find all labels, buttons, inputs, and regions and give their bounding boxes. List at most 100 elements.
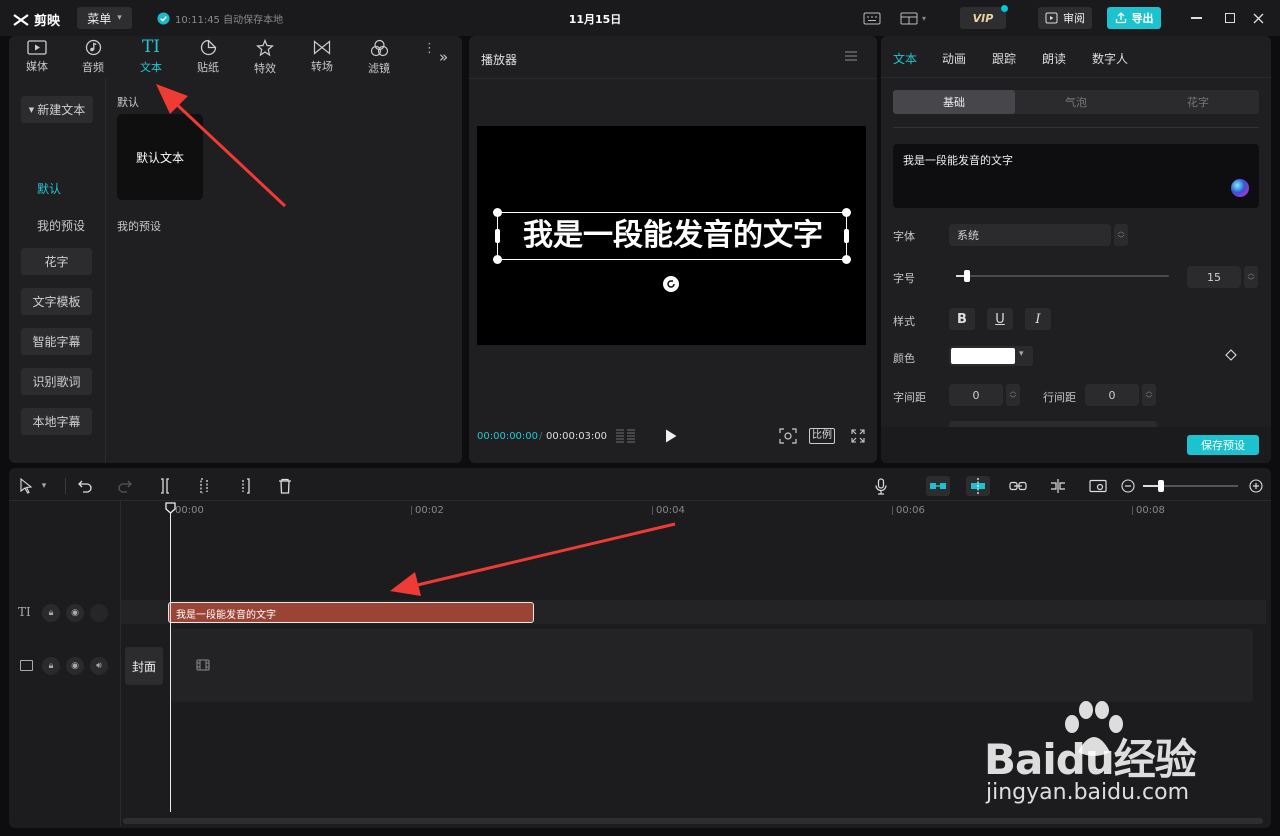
eye-icon[interactable]: ◉ — [66, 604, 84, 622]
split-right-button[interactable] — [235, 476, 255, 496]
caption-selection-box[interactable]: 我是一段能发音的文字 — [493, 208, 851, 264]
color-label: 颜色 — [893, 352, 915, 365]
lock-icon[interactable]: 🔒︎ — [42, 604, 60, 622]
zoom-out-button[interactable] — [1118, 476, 1138, 496]
minimize-button[interactable] — [1188, 10, 1204, 26]
chevron-down-icon[interactable]: ▾ — [38, 476, 50, 496]
bold-button[interactable]: B — [949, 308, 975, 330]
lock-icon[interactable]: 🔒︎ — [42, 657, 60, 675]
menu-button[interactable]: 菜单 ▾ — [77, 7, 132, 29]
resize-handle[interactable] — [493, 255, 502, 264]
prop-tab-tracking[interactable]: 跟踪 — [992, 50, 1016, 67]
waveform-toggle-icon[interactable] — [615, 428, 637, 444]
timeline-ruler[interactable] — [121, 501, 1269, 521]
letter-spacing-stepper[interactable]: ︿ ﹀ — [1006, 384, 1020, 406]
italic-button[interactable]: I — [1025, 308, 1051, 330]
linkage-button[interactable] — [1008, 476, 1028, 496]
resize-handle[interactable] — [842, 255, 851, 264]
resize-handle[interactable] — [842, 208, 851, 217]
sidebar-item-lyrics[interactable]: 识别歌词 — [21, 368, 92, 395]
tab-more-partial[interactable]: ⋮ — [423, 41, 433, 75]
color-picker[interactable]: ▾ — [949, 346, 1033, 366]
review-button[interactable]: 审阅 — [1038, 7, 1092, 29]
sidebar-item-default[interactable]: 默认 — [37, 180, 61, 197]
zoom-slider-thumb[interactable] — [1158, 480, 1164, 492]
playhead[interactable] — [170, 503, 171, 812]
text-content-input[interactable]: 我是一段能发音的文字 — [893, 144, 1259, 208]
close-button[interactable] — [1250, 10, 1266, 26]
play-button[interactable] — [664, 428, 678, 444]
prop-tab-text[interactable]: 文本 — [893, 50, 917, 67]
undo-button[interactable] — [75, 476, 95, 496]
cover-button[interactable]: 封面 — [125, 647, 163, 685]
record-audio-button[interactable] — [871, 476, 891, 496]
sidebar-item-my-presets[interactable]: 我的预设 — [37, 217, 85, 234]
font-select[interactable]: 系统 — [949, 224, 1111, 246]
main-track-lane[interactable] — [171, 629, 1253, 702]
sidebar-item-flower-text[interactable]: 花字 — [21, 248, 92, 275]
rotate-handle-icon[interactable] — [663, 276, 679, 292]
preview-axis-button[interactable] — [1048, 476, 1068, 496]
auto-snap-button[interactable] — [966, 476, 990, 496]
tab-text[interactable]: TI 文本 — [123, 36, 179, 78]
delete-button[interactable] — [275, 476, 295, 496]
size-input[interactable]: 15 — [1187, 266, 1241, 288]
line-spacing-input[interactable]: 0 — [1085, 384, 1139, 406]
export-button[interactable]: 导出 — [1107, 7, 1161, 29]
resize-handle[interactable] — [493, 208, 502, 217]
select-tool-button[interactable] — [16, 476, 36, 496]
text-clip[interactable]: 我是一段能发音的文字 — [168, 602, 534, 623]
letter-spacing-label: 字间距 — [893, 391, 926, 404]
size-slider-thumb[interactable] — [963, 270, 970, 282]
split-button[interactable] — [155, 476, 175, 496]
zoom-in-button[interactable] — [1246, 476, 1266, 496]
sidebar-item-text-template[interactable]: 文字模板 — [21, 288, 92, 315]
tab-sticker[interactable]: 贴纸 — [180, 36, 236, 78]
ratio-button[interactable]: 比例 — [809, 428, 835, 444]
video-preview[interactable]: 我是一段能发音的文字 — [477, 126, 866, 345]
tab-media[interactable]: 媒体 — [9, 36, 65, 78]
prop-tab-animation[interactable]: 动画 — [942, 50, 966, 67]
prop-tab-digital-human[interactable]: 数字人 — [1092, 50, 1128, 67]
tab-audio[interactable]: 音频 — [65, 36, 121, 78]
layout-button[interactable]: ▾ — [896, 10, 930, 26]
letter-spacing-input[interactable]: 0 — [949, 384, 1003, 406]
tab-label: 媒体 — [26, 60, 48, 73]
eye-icon[interactable]: ◉ — [66, 657, 84, 675]
keyframe-diamond-icon[interactable] — [1225, 349, 1237, 361]
redo-button[interactable] — [115, 476, 135, 496]
prop-tab-read-aloud[interactable]: 朗读 — [1042, 50, 1066, 67]
maximize-button[interactable] — [1222, 10, 1238, 26]
caption-preview-button[interactable] — [1088, 476, 1108, 496]
save-preset-button[interactable]: 保存预设 — [1187, 435, 1259, 455]
line-spacing-stepper[interactable]: ︿ ﹀ — [1142, 384, 1156, 406]
track-extra-toggle[interactable] — [90, 604, 108, 622]
size-slider[interactable] — [956, 270, 1169, 282]
font-stepper[interactable]: ︿ ﹀ — [1114, 224, 1128, 246]
timeline-zoom-slider[interactable] — [1143, 480, 1238, 492]
tab-effects[interactable]: 特效 — [237, 36, 293, 78]
sidebar-item-auto-caption[interactable]: 智能字幕 — [21, 328, 92, 355]
sidebar-item-new-text[interactable]: ▼ 新建文本 — [21, 96, 93, 123]
subtab-flower[interactable]: 花字 — [1137, 90, 1259, 114]
tab-transition[interactable]: 转场 — [294, 36, 350, 78]
shortcut-keyboard-icon[interactable] — [862, 10, 882, 26]
vip-button[interactable]: VIP — [960, 5, 1008, 29]
timeline-scrollbar[interactable] — [123, 818, 1263, 824]
player-menu-icon[interactable] — [844, 50, 858, 62]
expand-tabs-button[interactable]: » — [439, 48, 448, 66]
sidebar-item-local-caption[interactable]: 本地字幕 — [21, 408, 92, 435]
speaker-icon[interactable]: 🔊︎ — [90, 657, 108, 675]
ai-color-orb-icon[interactable] — [1231, 179, 1249, 197]
subtab-basic[interactable]: 基础 — [893, 90, 1015, 114]
tab-filter[interactable]: 滤镜 — [351, 36, 407, 78]
underline-button[interactable]: U — [987, 308, 1013, 330]
size-stepper[interactable]: ︿ ﹀ — [1244, 266, 1258, 288]
fullscreen-button[interactable] — [851, 429, 865, 443]
main-track-magnet-button[interactable] — [926, 476, 950, 496]
subtab-bubble[interactable]: 气泡 — [1015, 90, 1137, 114]
redo-icon — [118, 480, 132, 493]
playhead-handle[interactable] — [165, 502, 176, 514]
fit-view-button[interactable] — [779, 428, 797, 444]
split-left-button[interactable] — [195, 476, 215, 496]
